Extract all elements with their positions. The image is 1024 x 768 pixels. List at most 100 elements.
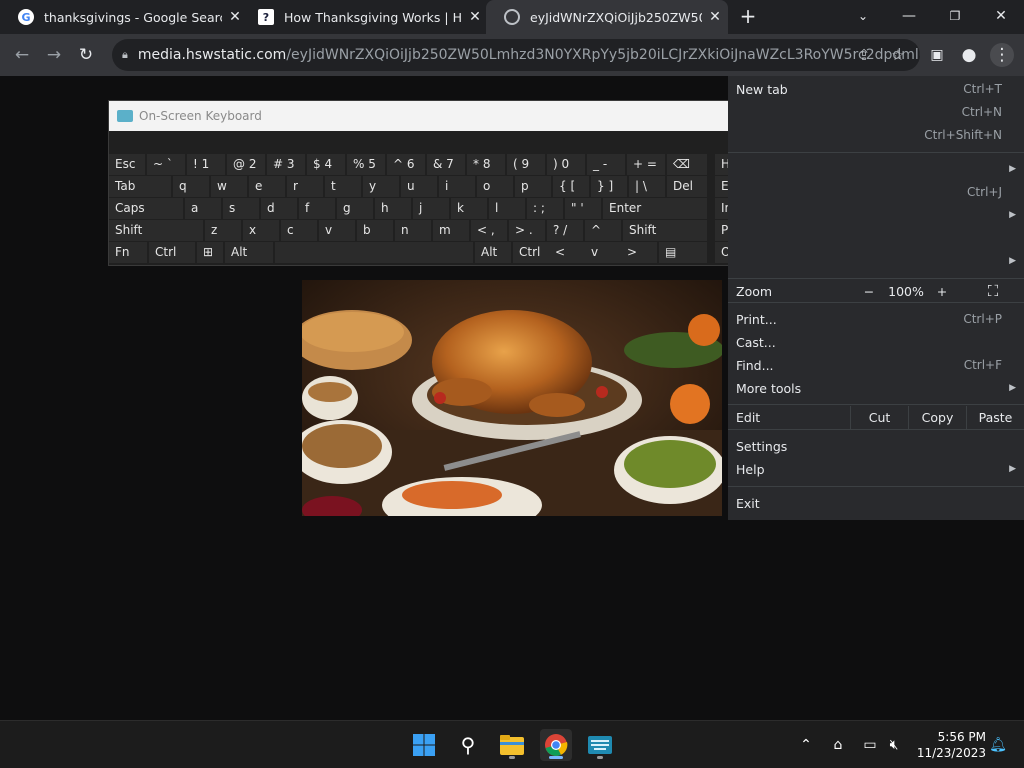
- menu-find[interactable]: Find... Ctrl+F: [728, 354, 1024, 377]
- notifications-bell-icon[interactable]: 🔔︎: [988, 735, 1008, 755]
- profile-icon[interactable]: ●: [957, 43, 981, 67]
- key--[interactable]: < ,: [471, 220, 507, 241]
- key-alt[interactable]: Alt: [475, 242, 511, 263]
- key-h[interactable]: h: [375, 198, 411, 219]
- key-e[interactable]: e: [249, 176, 285, 197]
- key-q[interactable]: q: [173, 176, 209, 197]
- volume-icon[interactable]: 🔇︎: [884, 735, 904, 755]
- new-tab-button[interactable]: +: [736, 4, 760, 28]
- menu-new-incognito[interactable]: Ctrl+Shift+N: [728, 124, 1024, 147]
- key-esc[interactable]: Esc: [109, 154, 145, 175]
- key--[interactable]: : ;: [527, 198, 563, 219]
- key--0[interactable]: ) 0: [547, 154, 585, 175]
- key-tab[interactable]: Tab: [109, 176, 171, 197]
- key-v[interactable]: v: [585, 242, 621, 263]
- key-t[interactable]: t: [325, 176, 361, 197]
- key-z[interactable]: z: [205, 220, 241, 241]
- key--[interactable]: ⌫: [667, 154, 707, 175]
- key-c[interactable]: c: [281, 220, 317, 241]
- copy-button[interactable]: Copy: [908, 406, 966, 429]
- menu-cast[interactable]: Cast...: [728, 331, 1024, 354]
- key-shift[interactable]: Shift: [623, 220, 707, 241]
- tab-howstuffworks[interactable]: ? How Thanksgiving Works | HowSt ✕: [240, 0, 488, 34]
- address-bar[interactable]: 🔒︎ media.hswstatic.com/eyJidWNrZXQiOiJjb…: [112, 39, 920, 71]
- key--[interactable]: ⊞: [197, 242, 223, 263]
- key--[interactable]: ~ `: [147, 154, 185, 175]
- key--5[interactable]: % 5: [347, 154, 385, 175]
- key-p[interactable]: p: [515, 176, 551, 197]
- key-w[interactable]: w: [211, 176, 247, 197]
- menu-help[interactable]: Help ▶: [728, 458, 1024, 481]
- key--[interactable]: ▤: [659, 242, 707, 263]
- menu-settings[interactable]: Settings: [728, 435, 1024, 458]
- key--2[interactable]: @ 2: [227, 154, 265, 175]
- start-button[interactable]: [408, 729, 440, 761]
- menu-downloads[interactable]: Ctrl+J: [728, 181, 1024, 204]
- key--[interactable]: | \: [629, 176, 665, 197]
- key-r[interactable]: r: [287, 176, 323, 197]
- key-u[interactable]: u: [401, 176, 437, 197]
- key--3[interactable]: # 3: [267, 154, 305, 175]
- close-tab-icon[interactable]: ✕: [702, 9, 728, 25]
- bookmark-star-icon[interactable]: ☆: [884, 39, 912, 71]
- key-v[interactable]: v: [319, 220, 355, 241]
- key-del[interactable]: Del: [667, 176, 707, 197]
- network-icon[interactable]: ⌂: [828, 735, 848, 755]
- key-g[interactable]: g: [337, 198, 373, 219]
- paste-button[interactable]: Paste: [966, 406, 1024, 429]
- close-tab-icon[interactable]: ✕: [462, 9, 488, 25]
- key--[interactable]: + =: [627, 154, 665, 175]
- tab-search-icon[interactable]: ⌄: [848, 5, 878, 27]
- chrome-menu-button[interactable]: ⋮: [990, 43, 1014, 67]
- key--[interactable]: " ': [565, 198, 601, 219]
- menu-history[interactable]: ▶: [728, 158, 1024, 181]
- key--[interactable]: ^: [585, 220, 621, 241]
- key--1[interactable]: ! 1: [187, 154, 225, 175]
- key-l[interactable]: l: [489, 198, 525, 219]
- key-b[interactable]: b: [357, 220, 393, 241]
- key-space[interactable]: [275, 242, 473, 263]
- key--4[interactable]: $ 4: [307, 154, 345, 175]
- reload-icon[interactable]: ↻: [74, 43, 98, 67]
- key-enter[interactable]: Enter: [603, 198, 707, 219]
- key-ctrl[interactable]: Ctrl: [513, 242, 549, 263]
- key-j[interactable]: j: [413, 198, 449, 219]
- key--8[interactable]: * 8: [467, 154, 505, 175]
- key-y[interactable]: y: [363, 176, 399, 197]
- key-n[interactable]: n: [395, 220, 431, 241]
- key-x[interactable]: x: [243, 220, 279, 241]
- show-hidden-icons-icon[interactable]: ⌃: [796, 735, 816, 755]
- key-s[interactable]: s: [223, 198, 259, 219]
- key-caps[interactable]: Caps: [109, 198, 183, 219]
- zoom-in-button[interactable]: +: [924, 280, 960, 303]
- forward-icon[interactable]: →: [42, 43, 66, 67]
- system-clock[interactable]: 5:56 PM 11/23/2023: [910, 729, 986, 761]
- key--[interactable]: <: [549, 242, 585, 263]
- key--[interactable]: ? /: [547, 220, 583, 241]
- key-shift[interactable]: Shift: [109, 220, 203, 241]
- minimize-icon[interactable]: —: [894, 5, 924, 27]
- key-alt[interactable]: Alt: [225, 242, 273, 263]
- back-icon[interactable]: ←: [10, 43, 34, 67]
- key-i[interactable]: i: [439, 176, 475, 197]
- menu-print[interactable]: Print... Ctrl+P: [728, 308, 1024, 331]
- side-panel-icon[interactable]: ▣: [925, 43, 949, 67]
- key-a[interactable]: a: [185, 198, 221, 219]
- menu-exit[interactable]: Exit: [728, 492, 1024, 515]
- key-o[interactable]: o: [477, 176, 513, 197]
- on-screen-keyboard-taskbar-icon[interactable]: [584, 729, 616, 761]
- key-m[interactable]: m: [433, 220, 469, 241]
- key--9[interactable]: ( 9: [507, 154, 545, 175]
- zoom-out-button[interactable]: −: [850, 280, 888, 303]
- key--[interactable]: >: [621, 242, 657, 263]
- key--[interactable]: _ -: [587, 154, 625, 175]
- key-k[interactable]: k: [451, 198, 487, 219]
- menu-new-window[interactable]: Ctrl+N: [728, 101, 1024, 124]
- tab-google-search[interactable]: G thanksgivings - Google Search ✕: [0, 0, 248, 34]
- key--7[interactable]: & 7: [427, 154, 465, 175]
- fullscreen-icon[interactable]: ⛶: [978, 280, 1008, 303]
- key--[interactable]: > .: [509, 220, 545, 241]
- key--[interactable]: { [: [553, 176, 589, 197]
- close-window-icon[interactable]: ✕: [986, 5, 1016, 27]
- chrome-taskbar-icon[interactable]: [540, 729, 572, 761]
